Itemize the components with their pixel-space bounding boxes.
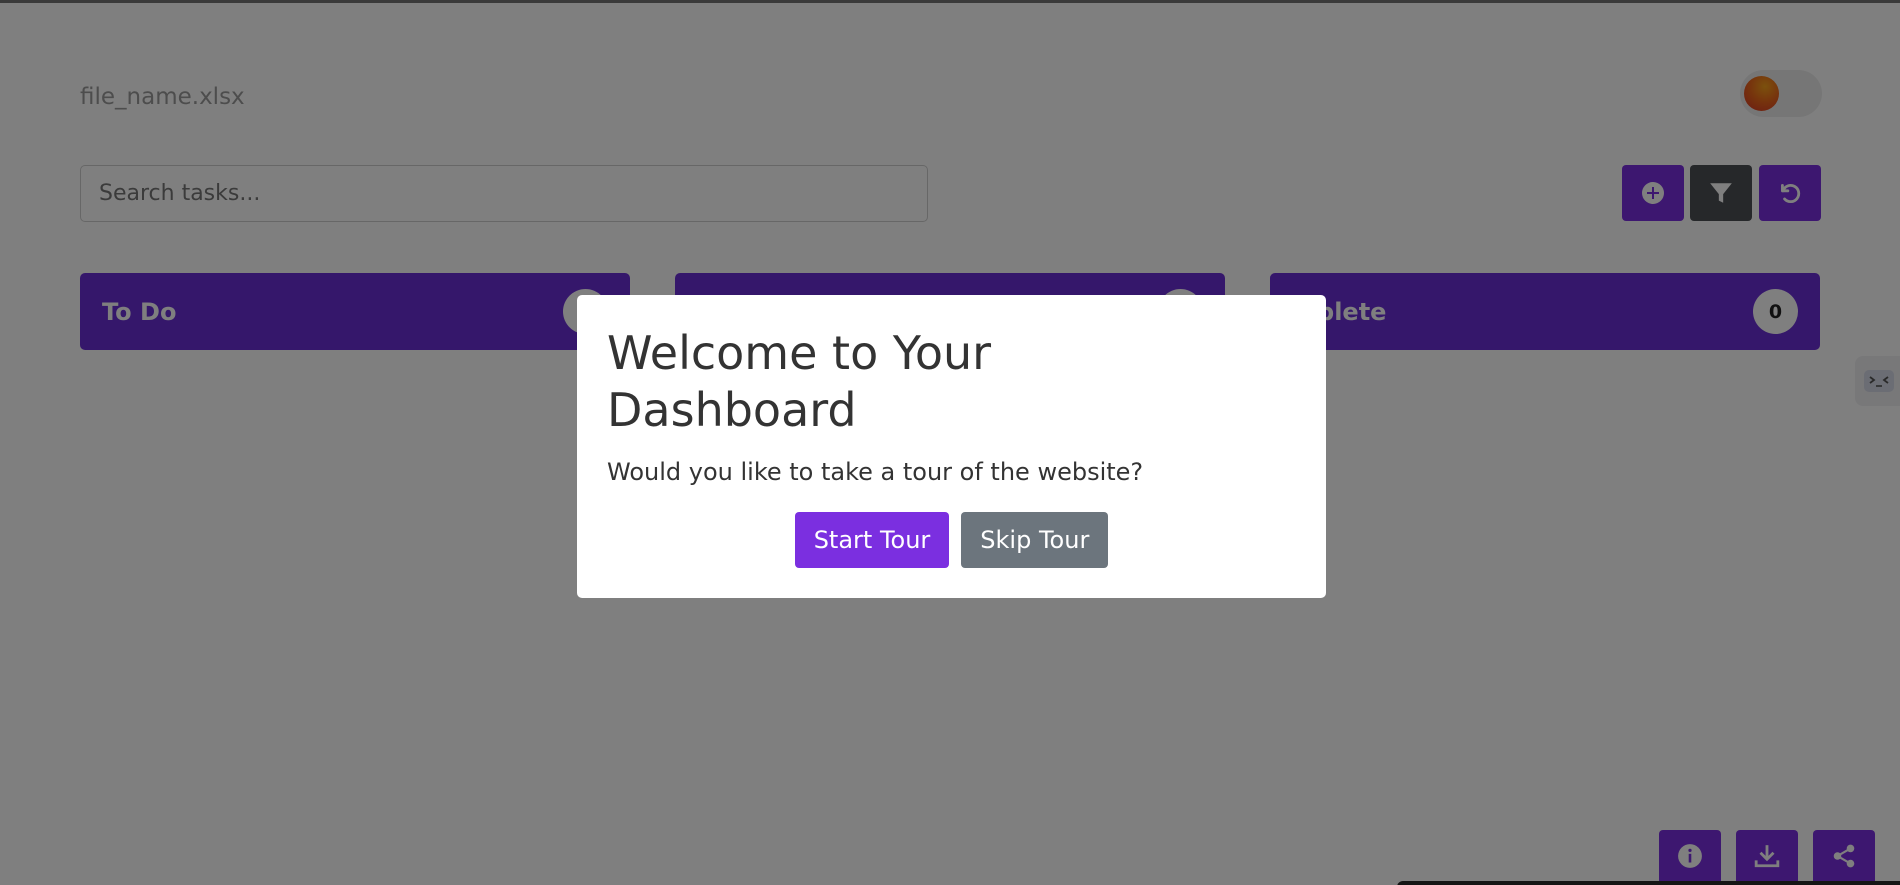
modal-title: Welcome to Your Dashboard bbox=[607, 326, 992, 437]
start-tour-button[interactable]: Start Tour bbox=[794, 512, 950, 568]
modal-actions: Start Tour Skip Tour bbox=[577, 512, 1326, 568]
skip-tour-button[interactable]: Skip Tour bbox=[961, 512, 1109, 568]
welcome-modal: Welcome to Your Dashboard Would you like… bbox=[577, 295, 1326, 598]
top-border bbox=[0, 0, 1900, 3]
modal-message: Would you like to take a tour of the web… bbox=[607, 458, 1144, 486]
